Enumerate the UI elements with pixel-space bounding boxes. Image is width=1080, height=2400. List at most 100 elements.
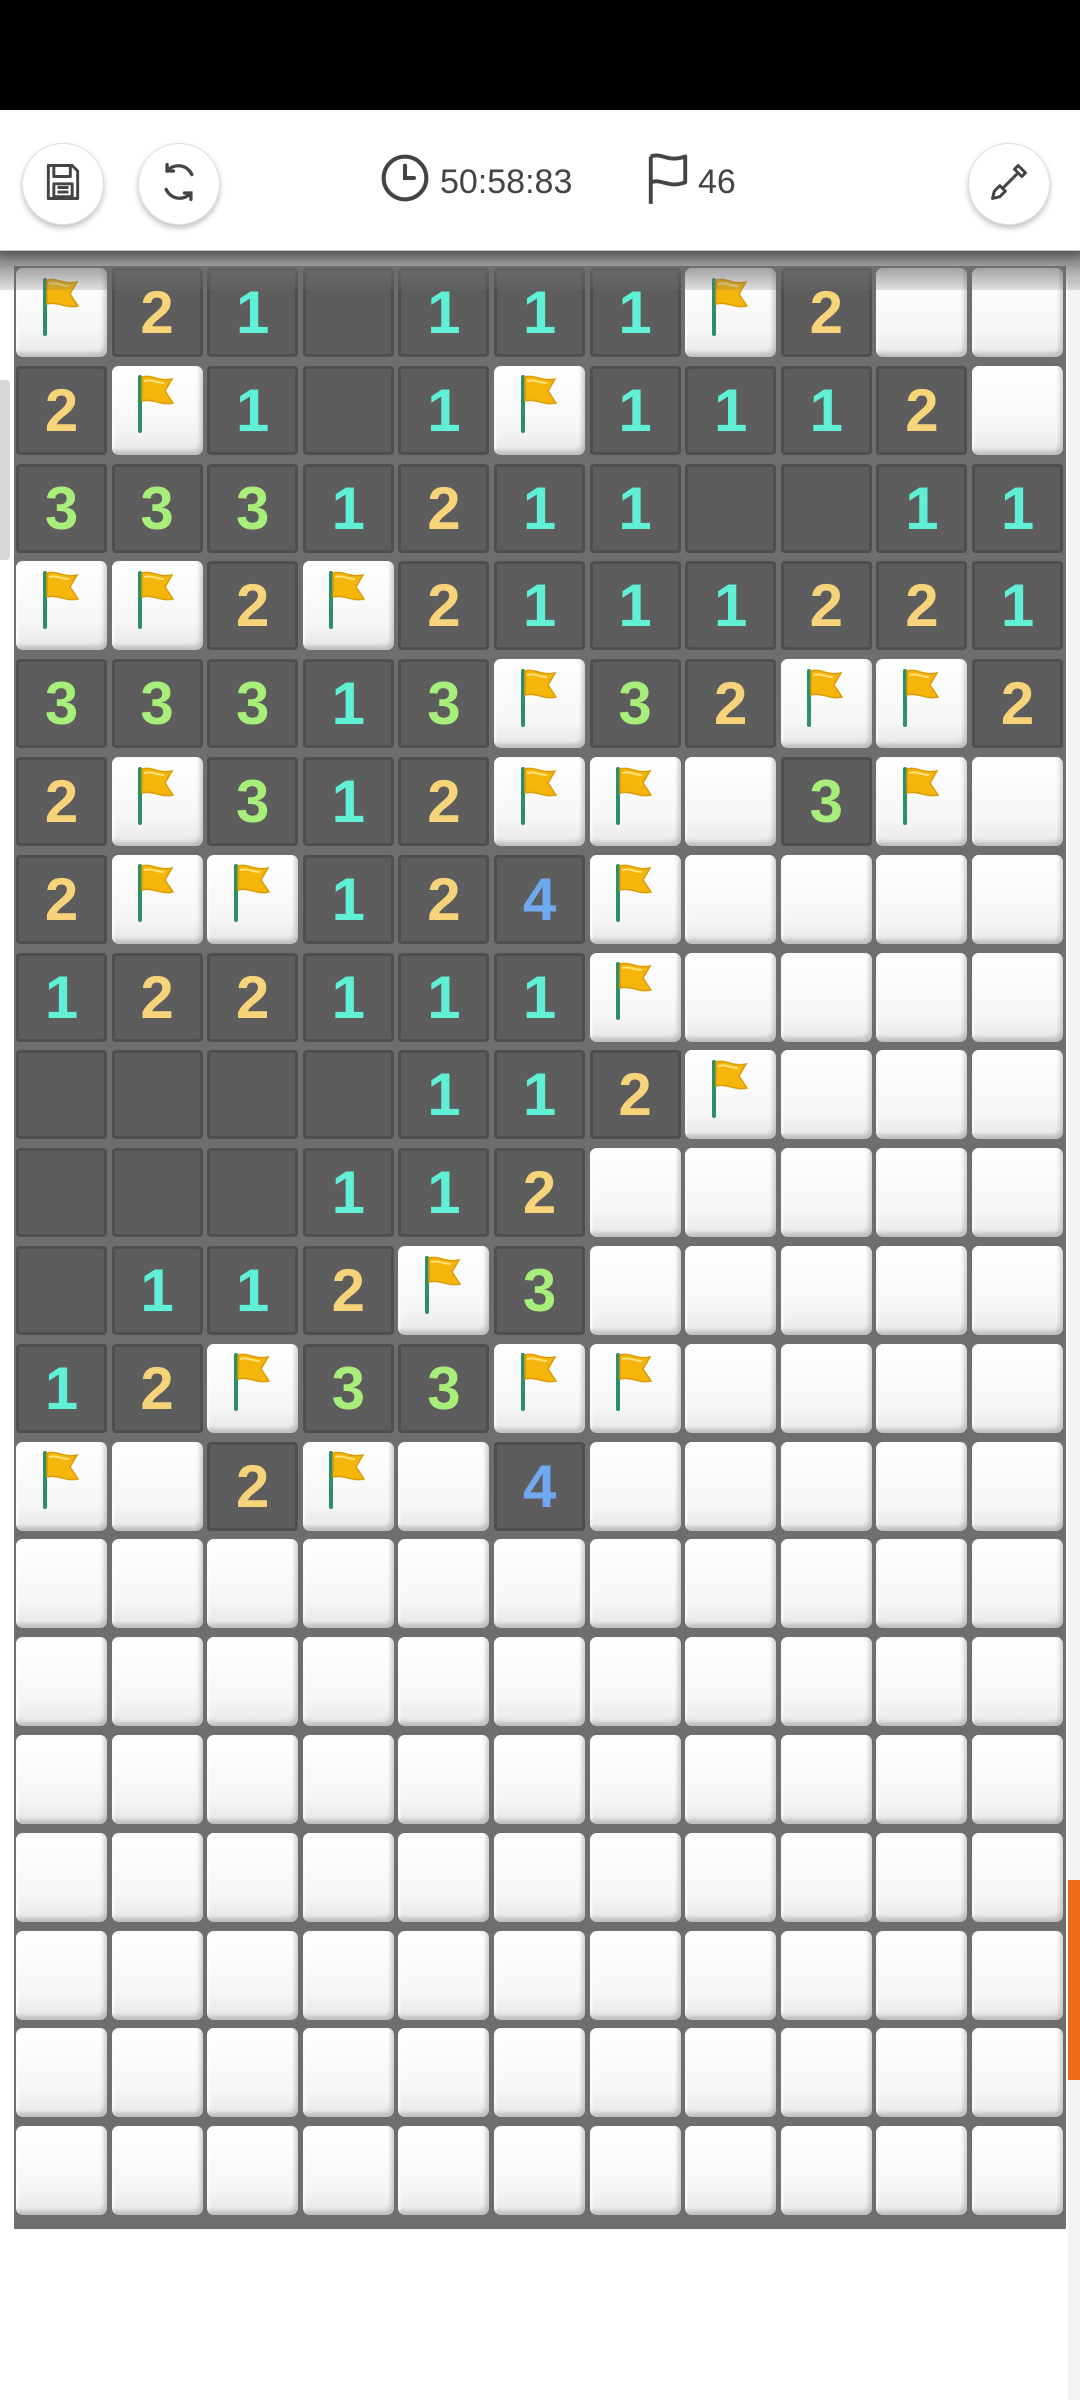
cell-number[interactable]: 2	[685, 659, 777, 749]
cell-hidden[interactable]	[589, 1246, 681, 1335]
cell-number[interactable]: 1	[302, 659, 394, 749]
cell-hidden[interactable]	[876, 1441, 968, 1531]
cell-flagged[interactable]	[589, 952, 681, 1042]
cell-hidden[interactable]	[780, 1246, 872, 1335]
scrollbar-thumb[interactable]	[1068, 1880, 1080, 2080]
cell-number[interactable]: 2	[302, 1246, 394, 1335]
cell-flagged[interactable]	[780, 659, 872, 749]
cell-hidden[interactable]	[876, 1930, 968, 2020]
cell-hidden[interactable]	[972, 2028, 1063, 2118]
cell-hidden[interactable]	[780, 1148, 872, 1238]
cell-hidden[interactable]	[876, 1735, 968, 1824]
cell-hidden[interactable]	[111, 2028, 203, 2118]
cell-number[interactable]: 1	[972, 561, 1063, 651]
cell-number[interactable]: 1	[207, 1246, 299, 1335]
cell-hidden[interactable]	[16, 1832, 107, 1922]
cell-number[interactable]: 3	[16, 463, 107, 553]
cell-hidden[interactable]	[111, 1832, 203, 1922]
cell-hidden[interactable]	[398, 1539, 490, 1629]
cell-hidden[interactable]	[589, 1539, 681, 1629]
cell-number[interactable]: 2	[207, 952, 299, 1042]
cell-number[interactable]: 2	[207, 1441, 299, 1531]
cell-hidden[interactable]	[972, 952, 1063, 1042]
cell-hidden[interactable]	[398, 1832, 490, 1922]
cell-empty[interactable]	[780, 463, 872, 553]
cell-number[interactable]: 2	[876, 561, 968, 651]
cell-hidden[interactable]	[685, 1441, 777, 1531]
cell-hidden[interactable]	[111, 1930, 203, 2020]
cell-hidden[interactable]	[207, 1539, 299, 1629]
cell-hidden[interactable]	[876, 1637, 968, 1727]
cell-hidden[interactable]	[972, 365, 1063, 455]
cell-flagged[interactable]	[207, 854, 299, 944]
cell-hidden[interactable]	[685, 952, 777, 1042]
cell-number[interactable]: 3	[207, 757, 299, 846]
cell-hidden[interactable]	[685, 1832, 777, 1922]
cell-number[interactable]: 2	[111, 268, 203, 357]
cell-flagged[interactable]	[876, 659, 968, 749]
cell-number[interactable]: 1	[302, 1148, 394, 1238]
cell-empty[interactable]	[685, 463, 777, 553]
cell-hidden[interactable]	[589, 2126, 681, 2216]
cell-empty[interactable]	[302, 1050, 394, 1140]
cell-number[interactable]: 3	[111, 463, 203, 553]
cell-number[interactable]: 2	[398, 463, 490, 553]
cell-hidden[interactable]	[494, 1930, 585, 2020]
cell-hidden[interactable]	[111, 1539, 203, 1629]
cell-hidden[interactable]	[780, 1441, 872, 1531]
cell-hidden[interactable]	[398, 1637, 490, 1727]
cell-hidden[interactable]	[111, 1637, 203, 1727]
cell-hidden[interactable]	[494, 1832, 585, 1922]
cell-hidden[interactable]	[16, 1930, 107, 2020]
cell-empty[interactable]	[207, 1050, 299, 1140]
cell-hidden[interactable]	[111, 1441, 203, 1531]
cell-number[interactable]: 1	[302, 463, 394, 553]
cell-hidden[interactable]	[685, 1343, 777, 1433]
cell-hidden[interactable]	[685, 2126, 777, 2216]
cell-hidden[interactable]	[876, 2028, 968, 2118]
cell-hidden[interactable]	[589, 1441, 681, 1531]
cell-number[interactable]: 1	[207, 268, 299, 357]
cell-hidden[interactable]	[589, 1930, 681, 2020]
cell-number[interactable]: 1	[494, 268, 585, 357]
cell-number[interactable]: 3	[111, 659, 203, 749]
cell-hidden[interactable]	[972, 1050, 1063, 1140]
cell-hidden[interactable]	[302, 2126, 394, 2216]
restart-button[interactable]	[138, 143, 220, 225]
cell-hidden[interactable]	[780, 2028, 872, 2118]
cell-hidden[interactable]	[780, 1832, 872, 1922]
cell-number[interactable]: 1	[398, 1148, 490, 1238]
drawer-handle[interactable]	[0, 380, 10, 560]
cell-empty[interactable]	[16, 1246, 107, 1335]
cell-hidden[interactable]	[876, 952, 968, 1042]
cell-number[interactable]: 4	[494, 854, 585, 944]
cell-hidden[interactable]	[972, 2126, 1063, 2216]
cell-number[interactable]: 1	[972, 463, 1063, 553]
cell-hidden[interactable]	[207, 1637, 299, 1727]
cell-hidden[interactable]	[972, 1148, 1063, 1238]
cell-hidden[interactable]	[16, 2126, 107, 2216]
cell-hidden[interactable]	[685, 1246, 777, 1335]
cell-hidden[interactable]	[111, 2126, 203, 2216]
cell-hidden[interactable]	[398, 2126, 490, 2216]
cell-hidden[interactable]	[685, 1637, 777, 1727]
cell-number[interactable]: 1	[207, 365, 299, 455]
cell-number[interactable]: 3	[398, 659, 490, 749]
cell-hidden[interactable]	[685, 1930, 777, 2020]
cell-number[interactable]: 2	[398, 757, 490, 846]
cell-hidden[interactable]	[972, 1539, 1063, 1629]
scrollbar-track[interactable]	[1068, 280, 1080, 2400]
cell-number[interactable]: 3	[16, 659, 107, 749]
cell-number[interactable]: 1	[16, 1343, 107, 1433]
cell-hidden[interactable]	[302, 1539, 394, 1629]
cell-number[interactable]: 1	[685, 365, 777, 455]
cell-flagged[interactable]	[685, 268, 777, 357]
cell-hidden[interactable]	[685, 1148, 777, 1238]
cell-number[interactable]: 1	[589, 268, 681, 357]
cell-hidden[interactable]	[302, 1637, 394, 1727]
cell-number[interactable]: 1	[494, 1050, 585, 1140]
cell-number[interactable]: 2	[111, 1343, 203, 1433]
cell-number[interactable]: 1	[398, 1050, 490, 1140]
cell-number[interactable]: 4	[494, 1441, 585, 1531]
cell-hidden[interactable]	[876, 1246, 968, 1335]
